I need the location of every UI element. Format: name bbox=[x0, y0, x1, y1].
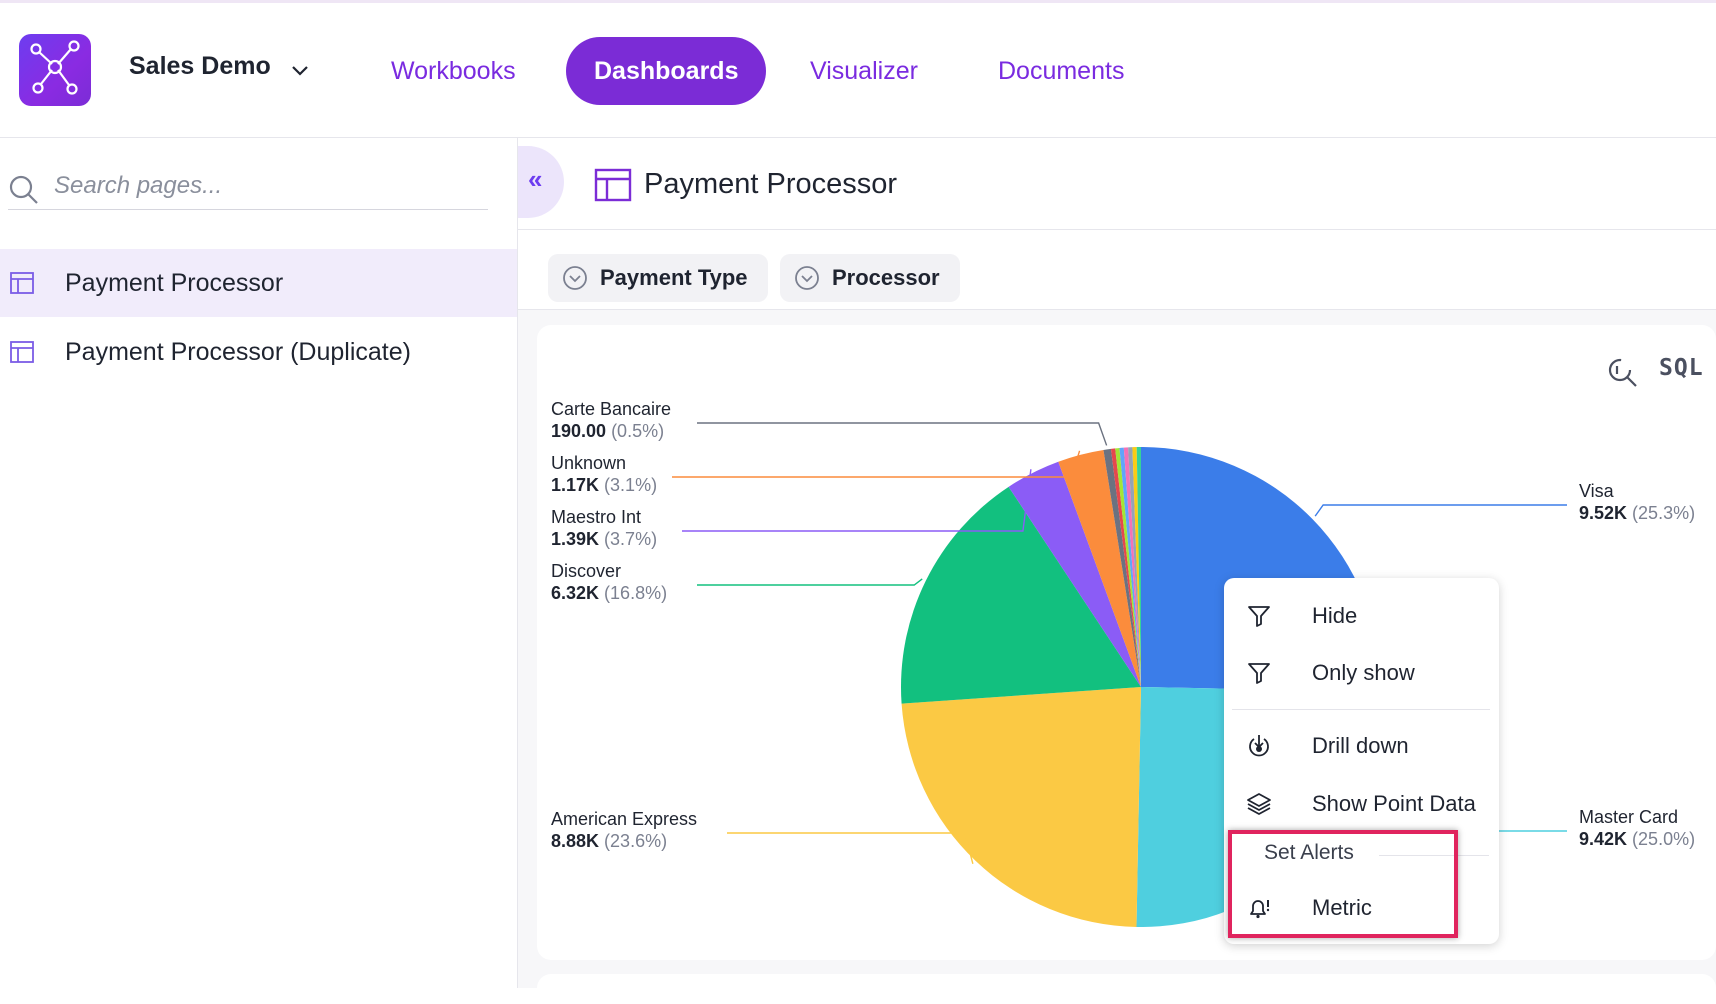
slice-value-discover: 6.32K (16.8%) bbox=[551, 583, 667, 603]
chart-card: SQL Visa 9.52K (25.3%) Master Card 9.42K (2… bbox=[537, 325, 1716, 960]
dashboard-icon bbox=[594, 168, 632, 202]
slice-value-american-express: 8.88K (23.6%) bbox=[551, 831, 667, 851]
search-icon bbox=[9, 175, 38, 204]
nav-documents[interactable]: Documents bbox=[970, 37, 1152, 105]
slice-label-maestro-int: Maestro Int bbox=[551, 507, 641, 527]
layers-icon bbox=[1247, 793, 1271, 815]
top-bar: Sales Demo Workbooks Dashboards Visualiz… bbox=[0, 0, 1716, 138]
slice-label-visa: Visa bbox=[1579, 481, 1615, 501]
nav-dashboards[interactable]: Dashboards bbox=[566, 37, 767, 105]
app-logo[interactable] bbox=[19, 34, 91, 106]
menu-item-label: Hide bbox=[1312, 603, 1358, 628]
search-box bbox=[8, 166, 488, 210]
slice-label-unknown: Unknown bbox=[551, 453, 626, 473]
filter-label: Payment Type bbox=[600, 265, 748, 290]
main-content: « Payment Processor Payment Type Process… bbox=[518, 138, 1716, 1004]
nav-visualizer[interactable]: Visualizer bbox=[782, 37, 946, 105]
sidebar-item-payment-processor-duplicate[interactable]: Payment Processor (Duplicate) bbox=[0, 318, 517, 386]
leader-line bbox=[727, 832, 974, 864]
filter-bar: Payment Type Processor bbox=[518, 230, 1716, 310]
slice-value-master-card: 9.42K (25.0%) bbox=[1579, 829, 1695, 849]
slice-value-visa: 9.52K (25.3%) bbox=[1579, 503, 1695, 523]
leader-line bbox=[1314, 504, 1567, 517]
double-chevron-left-icon: « bbox=[528, 164, 543, 194]
sidebar: Payment Processor Payment Processor (Dup… bbox=[0, 138, 518, 988]
chart-card-secondary bbox=[537, 974, 1716, 1004]
chevron-circle-icon bbox=[795, 266, 819, 290]
menu-divider bbox=[1232, 709, 1490, 710]
filter-processor[interactable]: Processor bbox=[780, 254, 960, 302]
slice-value-maestro-int: 1.39K (3.7%) bbox=[551, 529, 657, 549]
sidebar-item-label: Payment Processor bbox=[65, 268, 284, 297]
filter-label: Processor bbox=[832, 265, 940, 290]
menu-item-label: Only show bbox=[1312, 660, 1415, 685]
slice-value-unknown: 1.17K (3.1%) bbox=[551, 475, 657, 495]
pie-chart[interactable]: Visa9.52K (25.3%) Master Card9.42K (25.0%… bbox=[537, 325, 1716, 960]
graph-icon bbox=[30, 40, 80, 95]
leader-line bbox=[697, 422, 1108, 446]
menu-item-show-point-data[interactable]: Show Point Data bbox=[1224, 778, 1499, 830]
sidebar-item-label: Payment Processor (Duplicate) bbox=[65, 337, 411, 366]
leader-line bbox=[697, 578, 923, 586]
dashboard-icon bbox=[10, 272, 34, 294]
slice-label-master-card: Master Card bbox=[1579, 807, 1678, 827]
workspace-name[interactable]: Sales Demo bbox=[129, 52, 271, 81]
slice-value-carte-bancaire: 190.00 (0.5%) bbox=[551, 421, 664, 441]
leader-line bbox=[672, 450, 1081, 478]
slice-label-american-express: American Express bbox=[551, 809, 697, 829]
dashboard-icon bbox=[10, 341, 34, 363]
page-title: Payment Processor bbox=[644, 168, 898, 200]
slice-label-discover: Discover bbox=[551, 561, 621, 581]
highlight-box bbox=[1228, 830, 1458, 938]
chevron-circle-icon bbox=[563, 266, 587, 290]
menu-item-label: Drill down bbox=[1312, 733, 1409, 758]
slice-label-carte-bancaire: Carte Bancaire bbox=[551, 399, 671, 419]
filter-icon bbox=[1248, 606, 1270, 627]
filter-icon bbox=[1248, 663, 1270, 684]
nav-workbooks[interactable]: Workbooks bbox=[363, 37, 544, 105]
menu-item-label: Show Point Data bbox=[1312, 791, 1476, 816]
page-header: « Payment Processor bbox=[518, 138, 1716, 230]
collapse-sidebar-button[interactable]: « bbox=[518, 146, 564, 218]
pie-slice-american-express[interactable] bbox=[901, 687, 1141, 927]
drill-down-icon bbox=[1249, 735, 1269, 757]
chevron-down-icon[interactable] bbox=[288, 58, 312, 82]
menu-item-only-show[interactable]: Only show bbox=[1224, 647, 1499, 699]
menu-item-drill-down[interactable]: Drill down bbox=[1224, 720, 1499, 772]
menu-item-hide[interactable]: Hide bbox=[1224, 590, 1499, 642]
sidebar-item-payment-processor[interactable]: Payment Processor bbox=[0, 249, 517, 317]
filter-payment-type[interactable]: Payment Type bbox=[548, 254, 768, 302]
search-input[interactable] bbox=[54, 166, 474, 206]
